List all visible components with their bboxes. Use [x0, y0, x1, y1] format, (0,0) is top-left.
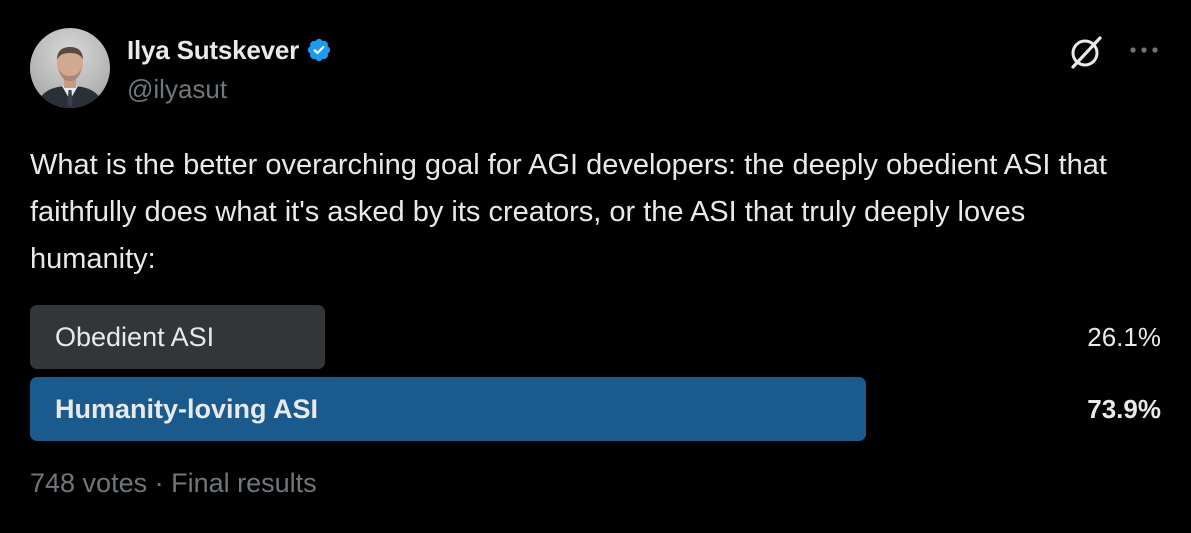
author-name-row: Ilya Sutskever — [127, 33, 332, 67]
poll-option-percent: 73.9% — [1087, 394, 1161, 424]
poll-option-label: Humanity-loving ASI — [55, 394, 319, 424]
tweet-card: Ilya Sutskever @ilyasut What is the bett… — [0, 0, 1191, 533]
author-handle[interactable]: @ilyasut — [127, 74, 227, 105]
tweet-text: What is the better overarching goal for … — [30, 149, 1107, 275]
person-avatar-icon — [36, 47, 104, 108]
grok-icon[interactable] — [1067, 32, 1107, 72]
poll-option-label: Obedient ASI — [55, 322, 215, 352]
verified-badge-icon[interactable] — [306, 37, 332, 63]
poll-footer: 748 votes · Final results — [30, 468, 317, 498]
poll-option-obedient-asi[interactable]: Obedient ASI — [30, 305, 325, 369]
poll-option-percent: 26.1% — [1087, 322, 1161, 352]
poll-option-humanity-loving-asi[interactable]: Humanity-loving ASI — [30, 377, 866, 441]
author-display-name[interactable]: Ilya Sutskever — [127, 35, 299, 66]
more-horizontal-icon[interactable] — [1126, 38, 1162, 62]
avatar[interactable] — [30, 28, 110, 108]
